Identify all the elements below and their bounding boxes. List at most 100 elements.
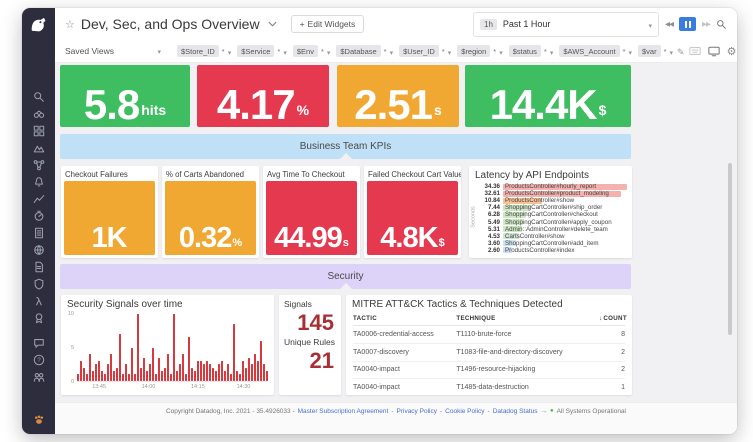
signal-bar xyxy=(116,368,118,381)
title-chevron-down-icon[interactable] xyxy=(268,21,277,27)
pause-button[interactable] xyxy=(679,17,696,31)
signal-bar xyxy=(245,368,247,381)
metrics-icon[interactable] xyxy=(33,193,45,205)
datadog-logo-icon[interactable] xyxy=(29,15,49,35)
section-banner-business[interactable]: Business Team KPIs xyxy=(60,134,631,159)
monitors-icon[interactable] xyxy=(33,176,45,188)
signal-bar xyxy=(86,374,88,381)
security-icon[interactable] xyxy=(33,278,45,290)
app-window: ? ☆ Dev, Sec, and Ops Overview + Edit Wi… xyxy=(22,8,737,434)
signal-bar xyxy=(83,368,85,381)
signal-bar xyxy=(191,368,193,381)
saved-views-dropdown[interactable]: Saved Views xyxy=(65,46,161,56)
gear-icon[interactable] xyxy=(727,42,737,60)
signal-bar xyxy=(266,371,268,381)
network-map-icon[interactable] xyxy=(33,159,45,171)
chevron-down-icon xyxy=(448,42,452,60)
signal-bar xyxy=(215,371,217,381)
signal-bar xyxy=(95,364,97,381)
chat-icon[interactable] xyxy=(33,337,45,349)
col-header-technique[interactable]: TECHNIQUE xyxy=(456,315,599,322)
latency-row[interactable]: 10.84ProductsController#show xyxy=(478,197,627,204)
widget-security-signals-over-time: Security Signals over time 10 5 0 13:45 … xyxy=(61,295,274,395)
signal-bar xyxy=(137,314,139,381)
signal-bar xyxy=(194,371,196,381)
latency-row[interactable]: 32.61ProductsController#product_modeling xyxy=(478,190,627,197)
tv-env[interactable]: $Env* xyxy=(293,42,331,60)
edit-widgets-button[interactable]: + Edit Widgets xyxy=(291,15,365,33)
tv-region[interactable]: $region* xyxy=(457,42,502,60)
link-privacy-policy[interactable]: Privacy Policy xyxy=(397,408,437,415)
tv-store-id[interactable]: $Store_ID* xyxy=(177,42,231,60)
zoom-search-icon[interactable] xyxy=(716,19,727,30)
chevron-down-icon xyxy=(670,42,674,60)
kpi-tile-error-rate: 4.17% xyxy=(197,65,329,127)
latency-row[interactable]: 7.44ShoppingCartController#ship_order xyxy=(478,204,627,211)
team-icon[interactable] xyxy=(33,371,45,383)
signal-bar xyxy=(212,368,214,381)
vertical-scrollbar[interactable] xyxy=(728,163,732,335)
tv-service[interactable]: $Service* xyxy=(237,42,287,60)
compliance-icon[interactable] xyxy=(33,312,45,324)
search-icon[interactable] xyxy=(33,91,45,103)
signal-bar xyxy=(173,314,175,381)
latency-row[interactable]: 34.36ProductsController#hourly_report xyxy=(478,183,627,190)
apm-icon[interactable] xyxy=(33,210,45,222)
help-icon[interactable]: ? xyxy=(33,354,45,366)
tv-mode-icon[interactable] xyxy=(708,46,720,57)
tv-user-id[interactable]: $User_ID* xyxy=(399,42,451,60)
table-row[interactable]: TA0007-discovery T1083-file-and-director… xyxy=(353,344,625,362)
signal-bar xyxy=(242,361,244,381)
table-row[interactable]: TA0040-impact T1485-data-destruction 1 xyxy=(353,379,625,397)
link-cookie-policy[interactable]: Cookie Policy xyxy=(445,408,484,415)
latency-row[interactable]: 3.60ShoppingCartController#add_item xyxy=(478,240,627,247)
link-master-subscription-agreement[interactable]: Master Subscription Agreement xyxy=(298,408,389,415)
keyboard-shortcuts-icon[interactable] xyxy=(689,46,701,56)
col-header-tactic[interactable]: TACTIC xyxy=(353,315,456,322)
signal-bar xyxy=(122,374,124,381)
widget-mitre-attack-table: MITRE ATT&CK Tactics & Techniques Detect… xyxy=(346,295,632,395)
tv-var[interactable]: $var* xyxy=(638,42,673,60)
tv-database[interactable]: $Database* xyxy=(336,42,393,60)
signal-bar xyxy=(170,374,172,381)
favorite-star-icon[interactable]: ☆ xyxy=(65,18,75,31)
signal-bar xyxy=(254,354,256,381)
latency-row[interactable]: 6.28ShoppingCartController#checkout xyxy=(478,211,627,218)
synthetics-icon[interactable] xyxy=(33,244,45,256)
time-range-badge: 1h xyxy=(480,19,497,30)
watchdog-icon[interactable] xyxy=(33,108,45,120)
serverless-icon[interactable] xyxy=(33,295,45,307)
chevron-down-icon xyxy=(283,42,287,60)
signal-bar xyxy=(158,358,160,381)
edit-variables-pencil-icon[interactable] xyxy=(677,42,685,60)
page-title: Dev, Sec, and Ops Overview xyxy=(81,16,260,32)
datadog-paw-icon[interactable] xyxy=(33,414,45,426)
notebooks-icon[interactable] xyxy=(33,227,45,239)
plus-icon: + xyxy=(300,19,305,29)
page-footer: Copyright Datadog, Inc. 2021 - 35.492603… xyxy=(55,402,737,434)
table-row[interactable]: TA0006-credential-access T1110-brute-for… xyxy=(353,326,625,344)
latency-row[interactable]: 4.53CartsController#show xyxy=(478,233,627,240)
signal-bar xyxy=(98,361,100,381)
latency-row[interactable]: 5.49ShoppingCartController#apply_coupon xyxy=(478,218,627,225)
widget-failed-checkout-value: Failed Checkout Cart Value 4.8K$ xyxy=(364,166,461,258)
section-banner-security[interactable]: Security xyxy=(60,264,631,289)
col-header-count[interactable]: ↓COUNT xyxy=(599,315,625,322)
signal-bar xyxy=(152,348,154,382)
signal-bar xyxy=(218,364,220,381)
time-backward-button[interactable]: ◀◀ xyxy=(665,20,673,28)
signal-bars xyxy=(77,314,267,382)
time-forward-button[interactable]: ▶▶ xyxy=(702,20,710,28)
infrastructure-icon[interactable] xyxy=(33,142,45,154)
dashboards-icon[interactable] xyxy=(33,125,45,137)
chevron-down-icon xyxy=(648,15,652,33)
table-row[interactable]: TA0040-impact T1496-resource-hijacking 2 xyxy=(353,362,625,380)
tv-aws-account[interactable]: $AWS_Account* xyxy=(559,42,632,60)
signals-count: 145 xyxy=(284,311,336,334)
tv-status[interactable]: $status* xyxy=(509,42,554,60)
link-datadog-status[interactable]: Datadog Status xyxy=(493,408,538,415)
time-range-select[interactable]: 1h Past 1 Hour xyxy=(473,12,659,37)
latency-row[interactable]: 2.60ProductsController#index xyxy=(478,247,627,254)
logs-icon[interactable] xyxy=(33,261,45,273)
latency-row[interactable]: 5.31Admin::AdminController#delete_team xyxy=(478,226,627,233)
